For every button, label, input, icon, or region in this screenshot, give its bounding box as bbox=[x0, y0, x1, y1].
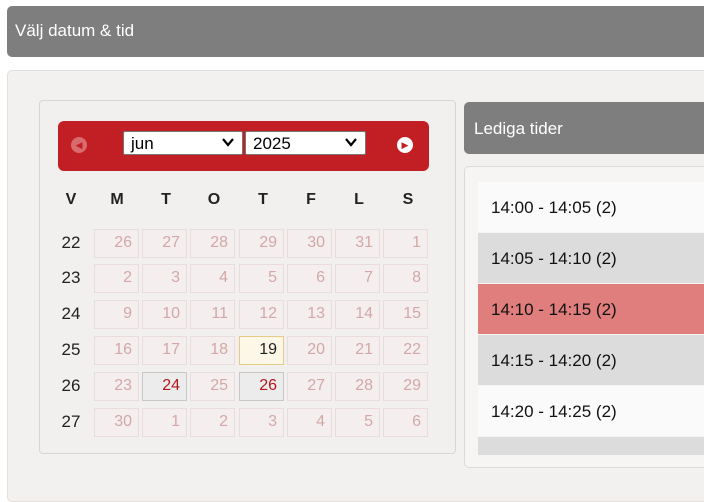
calendar-day[interactable]: 6 bbox=[287, 264, 332, 293]
weekday-heading: S bbox=[402, 191, 414, 208]
calendar-day[interactable]: 2 bbox=[94, 264, 139, 293]
year-value: 2025 bbox=[253, 134, 291, 153]
calendar-day[interactable]: 30 bbox=[287, 229, 332, 258]
calendar-day[interactable]: 6 bbox=[383, 408, 428, 437]
calendar-day[interactable]: 1 bbox=[383, 229, 428, 258]
calendar-day[interactable]: 3 bbox=[239, 408, 284, 437]
chevron-left-icon[interactable]: ◀ bbox=[71, 137, 87, 153]
section-title: Välj datum & tid bbox=[15, 21, 135, 40]
week-number: 25 bbox=[61, 340, 81, 359]
calendar-day[interactable]: 16 bbox=[94, 336, 139, 365]
weekday-heading: L bbox=[354, 191, 364, 208]
calendar-day[interactable]: 13 bbox=[287, 300, 332, 329]
calendar-day[interactable]: 21 bbox=[335, 336, 380, 365]
time-slot-selected[interactable]: 14:10 - 14:15 (2) bbox=[478, 284, 704, 334]
calendar-day[interactable]: 3 bbox=[142, 264, 187, 293]
calendar-day[interactable]: 15 bbox=[383, 300, 428, 329]
calendar-day[interactable]: 28 bbox=[190, 229, 235, 258]
calendar-day[interactable]: 31 bbox=[335, 229, 380, 258]
weekday-heading: T bbox=[258, 191, 268, 208]
calendar-day[interactable]: 17 bbox=[142, 336, 187, 365]
week-number: 23 bbox=[61, 268, 81, 287]
calendar-header: ◀ jun 2025 ▶ bbox=[58, 121, 429, 171]
calendar-day-today[interactable]: 19 bbox=[239, 336, 284, 365]
week-number: 24 bbox=[61, 304, 81, 323]
calendar-day[interactable]: 4 bbox=[287, 408, 332, 437]
year-select[interactable]: 2025 bbox=[245, 131, 366, 155]
time-slot[interactable]: 14:00 - 14:05 (2) bbox=[478, 182, 704, 232]
calendar-day[interactable]: 18 bbox=[190, 336, 235, 365]
calendar-day-selected[interactable]: 24 bbox=[142, 372, 187, 401]
calendar-day[interactable]: 9 bbox=[94, 300, 139, 329]
weekday-heading: O bbox=[207, 191, 221, 208]
calendar-day[interactable]: 26 bbox=[94, 229, 139, 258]
calendar-day[interactable]: 4 bbox=[190, 264, 235, 293]
calendar-day[interactable]: 14 bbox=[335, 300, 380, 329]
week-number-heading: V bbox=[65, 191, 77, 208]
time-slot[interactable]: 14:25 - 14:30 (2) bbox=[478, 437, 704, 455]
available-times-header: Lediga tider bbox=[464, 102, 704, 154]
time-slot[interactable]: 14:20 - 14:25 (2) bbox=[478, 386, 704, 436]
week-number: 26 bbox=[61, 376, 81, 395]
calendar-day[interactable]: 11 bbox=[190, 300, 235, 329]
section-header: Välj datum & tid bbox=[7, 6, 704, 57]
weekday-heading: M bbox=[110, 191, 124, 208]
calendar-day[interactable]: 27 bbox=[287, 372, 332, 401]
week-number: 22 bbox=[61, 233, 81, 252]
month-value: jun bbox=[131, 134, 154, 153]
dropdown-chevron-icon bbox=[345, 138, 357, 147]
time-slot-list[interactable]: 14:00 - 14:05 (2) 14:05 - 14:10 (2) 14:10 … bbox=[478, 182, 704, 455]
calendar-day[interactable]: 29 bbox=[239, 229, 284, 258]
calendar-day[interactable]: 30 bbox=[94, 408, 139, 437]
calendar-day[interactable]: 23 bbox=[94, 372, 139, 401]
calendar-day[interactable]: 29 bbox=[383, 372, 428, 401]
calendar-day[interactable]: 8 bbox=[383, 264, 428, 293]
time-slot[interactable]: 14:05 - 14:10 (2) bbox=[478, 233, 704, 283]
available-times-title: Lediga tider bbox=[474, 119, 563, 138]
calendar-day-selected[interactable]: 26 bbox=[239, 372, 284, 401]
calendar-day[interactable]: 12 bbox=[239, 300, 284, 329]
calendar-day[interactable]: 7 bbox=[335, 264, 380, 293]
calendar-day[interactable]: 5 bbox=[335, 408, 380, 437]
weekday-heading: T bbox=[161, 191, 171, 208]
month-select[interactable]: jun bbox=[123, 131, 243, 155]
calendar-day[interactable]: 22 bbox=[383, 336, 428, 365]
calendar-day[interactable]: 2 bbox=[190, 408, 235, 437]
week-number: 27 bbox=[61, 412, 81, 431]
calendar-day[interactable]: 1 bbox=[142, 408, 187, 437]
time-slot[interactable]: 14:15 - 14:20 (2) bbox=[478, 335, 704, 385]
calendar-day[interactable]: 28 bbox=[335, 372, 380, 401]
weekday-heading: F bbox=[306, 191, 316, 208]
calendar-day[interactable]: 20 bbox=[287, 336, 332, 365]
calendar-day[interactable]: 27 bbox=[142, 229, 187, 258]
calendar-day[interactable]: 25 bbox=[190, 372, 235, 401]
calendar-day[interactable]: 5 bbox=[239, 264, 284, 293]
chevron-right-icon[interactable]: ▶ bbox=[397, 137, 413, 153]
calendar-day[interactable]: 10 bbox=[142, 300, 187, 329]
dropdown-chevron-icon bbox=[222, 138, 234, 147]
